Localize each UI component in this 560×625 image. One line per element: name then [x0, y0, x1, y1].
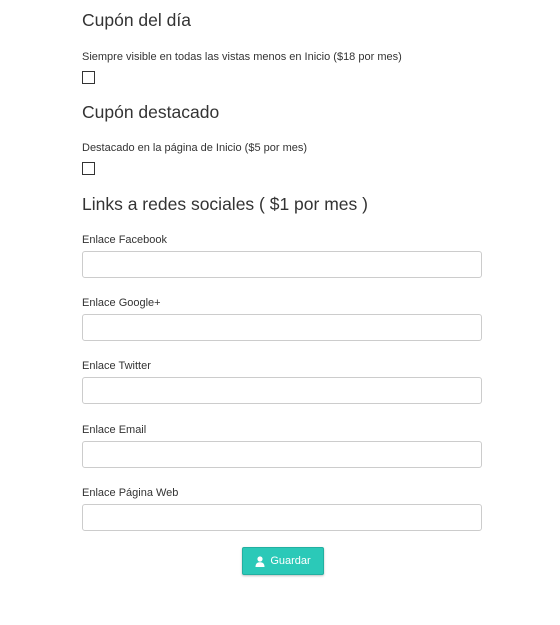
website-input[interactable] — [82, 504, 482, 531]
twitter-input[interactable] — [82, 377, 482, 404]
twitter-label: Enlace Twitter — [82, 360, 151, 372]
coupon-featured-description: Destacado en la página de Inicio ($5 por… — [82, 142, 308, 154]
coupon-day-description: Siempre visible en todas las vistas meno… — [82, 51, 402, 63]
coupon-featured-title: Cupón destacado — [82, 102, 220, 122]
website-label: Enlace Página Web — [82, 487, 179, 499]
coupon-day-title: Cupón del día — [82, 10, 191, 30]
facebook-input[interactable] — [82, 251, 482, 278]
email-label: Enlace Email — [82, 424, 147, 436]
save-button-label: Guardar — [270, 555, 311, 567]
email-input[interactable] — [82, 441, 482, 468]
coupon-featured-checkbox[interactable] — [82, 162, 95, 175]
user-icon — [255, 555, 265, 567]
google-plus-input[interactable] — [82, 314, 482, 341]
google-plus-label: Enlace Google+ — [82, 297, 161, 309]
coupon-day-checkbox[interactable] — [82, 71, 95, 84]
save-button[interactable]: Guardar — [242, 547, 324, 575]
facebook-label: Enlace Facebook — [82, 234, 167, 246]
social-links-title: Links a redes sociales ( $1 por mes ) — [82, 194, 368, 214]
